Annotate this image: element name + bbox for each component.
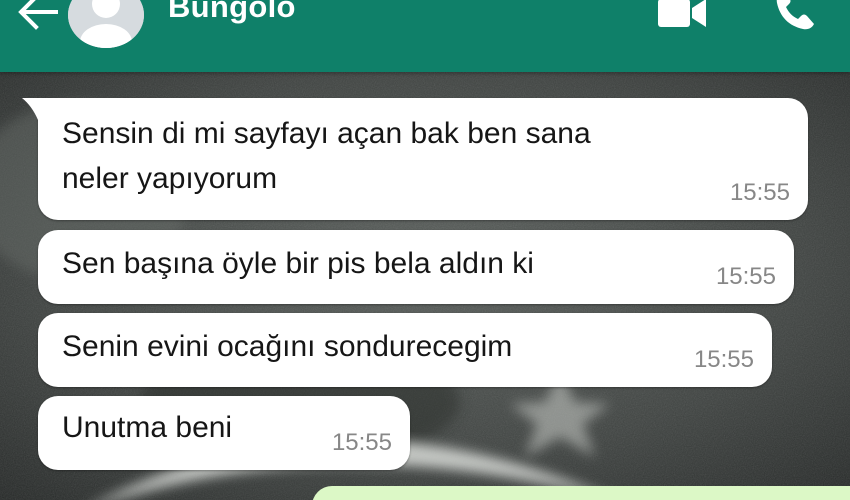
message-line: Sensin di mi sayfayı açan bak ben sana xyxy=(62,117,591,150)
message-bubble[interactable]: Sensin di mi sayfayı açan bak ben sana n… xyxy=(22,98,808,220)
message-text: Sensin di mi sayfayı açan bak ben sana n… xyxy=(62,111,591,201)
message-line: Senin evini ocağını sondurecegim xyxy=(62,330,513,363)
contact-name[interactable]: Bungolo xyxy=(168,0,296,25)
message-text: Sen başına öyle bir pis bela aldın ki xyxy=(62,241,534,286)
message-timestamp: 15:55 xyxy=(729,179,790,206)
message-bubble[interactable]: Sen başına öyle bir pis bela aldın ki 15… xyxy=(38,230,794,304)
message-timestamp: 15:55 xyxy=(331,429,392,456)
message-bubble[interactable]: Unutma beni 15:55 xyxy=(38,396,410,470)
default-person-avatar xyxy=(68,0,144,48)
message-line: neler yapıyorum xyxy=(62,162,278,195)
chat-screen: Bungolo Sensin di mi sayfayı açan bak be… xyxy=(0,0,850,500)
message-line: Sen başına öyle bir pis bela aldın ki xyxy=(62,247,534,280)
arrow-left-icon[interactable] xyxy=(14,0,62,36)
video-camera-icon[interactable] xyxy=(652,0,710,34)
message-bubble[interactable]: Senin evini ocağını sondurecegim 15:55 xyxy=(38,313,772,387)
phone-icon[interactable] xyxy=(770,0,820,36)
message-text: Senin evini ocağını sondurecegim xyxy=(62,324,512,369)
chat-header: Bungolo xyxy=(0,0,850,72)
outgoing-message-bubble[interactable] xyxy=(312,486,850,500)
avatar[interactable] xyxy=(68,0,144,48)
message-text: Unutma beni xyxy=(62,405,232,450)
message-line: Unutma beni xyxy=(62,411,233,444)
message-timestamp: 15:55 xyxy=(715,263,776,290)
message-timestamp: 15:55 xyxy=(693,346,754,373)
bubble-tail xyxy=(22,98,44,120)
